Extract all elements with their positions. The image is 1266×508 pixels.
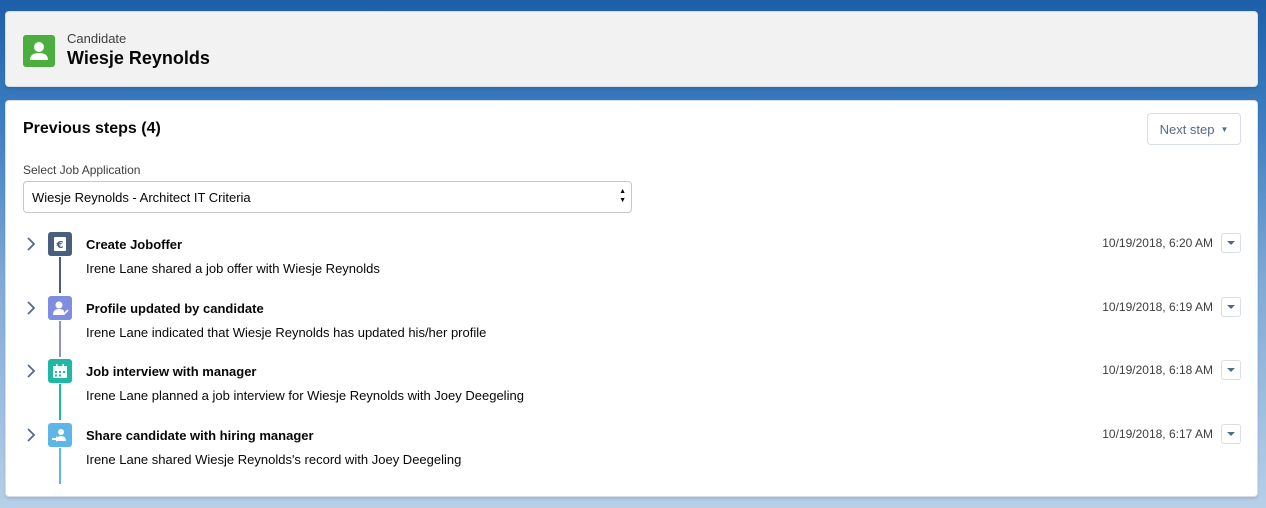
timeline-item-menu-button[interactable] xyxy=(1221,360,1241,380)
timeline-item: Job interview with manager Irene Lane pl… xyxy=(6,359,1259,423)
next-step-button[interactable]: Next step ▼ xyxy=(1147,113,1241,145)
section-title: Previous steps (4) xyxy=(23,120,161,137)
next-step-label: Next step xyxy=(1159,121,1215,137)
timeline-item-date: 10/19/2018, 6:17 AM xyxy=(1102,427,1213,441)
timeline-item-date: 10/19/2018, 6:20 AM xyxy=(1102,236,1213,250)
timeline-item: Profile updated by candidate Irene Lane … xyxy=(6,296,1259,360)
record-header: Candidate Wiesje Reynolds xyxy=(5,11,1258,87)
previous-steps-card: Previous steps (4) Next step ▼ Select Jo… xyxy=(5,100,1258,497)
job-application-select[interactable]: Wiesje Reynolds - Architect IT Criteria … xyxy=(23,181,632,213)
timeline-connector xyxy=(59,257,61,293)
timeline-item-date: 10/19/2018, 6:19 AM xyxy=(1102,300,1213,314)
chevron-down-icon xyxy=(1227,305,1235,309)
timeline-item-description: Irene Lane shared a job offer with Wiesj… xyxy=(86,261,380,276)
job-application-select-value: Wiesje Reynolds - Architect IT Criteria xyxy=(32,189,251,205)
timeline-item-description: Irene Lane indicated that Wiesje Reynold… xyxy=(86,325,487,340)
timeline-item: € Create Joboffer Irene Lane shared a jo… xyxy=(6,232,1259,296)
timeline-item-date: 10/19/2018, 6:18 AM xyxy=(1102,363,1213,377)
timeline-item-title[interactable]: Job interview with manager xyxy=(86,364,257,379)
timeline-item-description: Irene Lane shared Wiesje Reynolds's reco… xyxy=(86,452,462,467)
select-job-application-label: Select Job Application xyxy=(23,163,141,177)
share-user-icon xyxy=(48,423,72,447)
record-type-label: Candidate xyxy=(67,31,127,46)
select-arrows-icon: ▲ ▼ xyxy=(619,188,626,204)
expand-chevron-icon[interactable] xyxy=(23,300,39,316)
timeline-item-title[interactable]: Share candidate with hiring manager xyxy=(86,428,314,443)
calendar-icon xyxy=(48,359,72,383)
timeline-connector xyxy=(59,384,61,420)
timeline-item-title[interactable]: Profile updated by candidate xyxy=(86,301,264,316)
chevron-down-icon xyxy=(1227,241,1235,245)
timeline-item: Share candidate with hiring manager Iren… xyxy=(6,423,1259,487)
chevron-down-icon xyxy=(1227,432,1235,436)
record-name: Wiesje Reynolds xyxy=(67,48,210,68)
timeline-item-menu-button[interactable] xyxy=(1221,424,1241,444)
expand-chevron-icon[interactable] xyxy=(23,363,39,379)
chevron-down-icon xyxy=(1227,368,1235,372)
timeline-item-menu-button[interactable] xyxy=(1221,233,1241,253)
caret-down-icon: ▼ xyxy=(1220,124,1229,134)
user-check-icon xyxy=(48,296,72,320)
timeline-connector xyxy=(59,448,61,484)
expand-chevron-icon[interactable] xyxy=(23,236,39,252)
timeline-connector xyxy=(59,321,61,357)
timeline-item-menu-button[interactable] xyxy=(1221,297,1241,317)
euro-document-icon: € xyxy=(48,232,72,256)
timeline-item-title[interactable]: Create Joboffer xyxy=(86,237,182,252)
user-icon xyxy=(30,42,48,60)
expand-chevron-icon[interactable] xyxy=(23,427,39,443)
timeline-item-description: Irene Lane planned a job interview for W… xyxy=(86,388,524,403)
candidate-avatar xyxy=(23,35,55,67)
svg-text:€: € xyxy=(56,240,64,251)
